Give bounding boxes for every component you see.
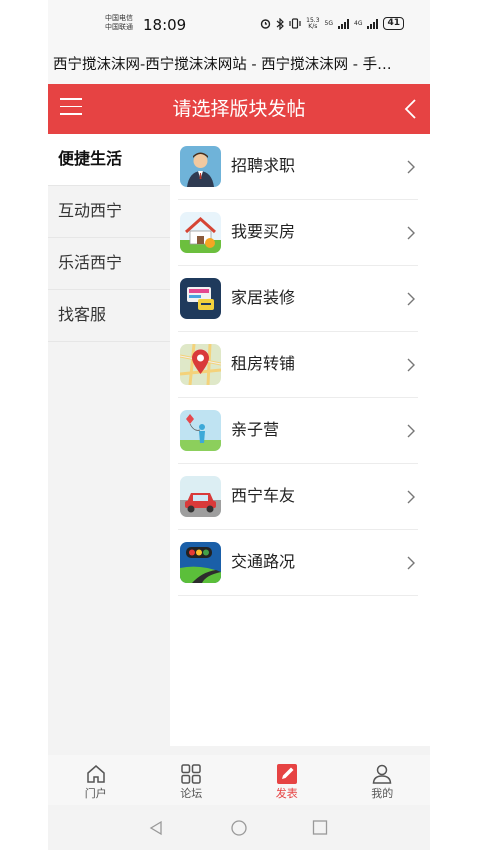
alarm-icon [260, 19, 271, 29]
sidebar-item-happy-xining[interactable]: 乐活西宁 [48, 238, 170, 290]
grid-icon [181, 764, 201, 784]
network-5g-label: 5G [324, 19, 333, 27]
kite-icon [180, 410, 221, 451]
decoration-icon [180, 278, 221, 319]
network-speed: 15.3 K/s [306, 16, 320, 30]
status-bar: 中国电信 中国联通 18:09 15.3 K/s 5G 4G 41 [48, 0, 430, 50]
bluetooth-icon [276, 17, 285, 30]
chevron-right-icon [407, 226, 415, 240]
system-nav-bar [48, 806, 430, 850]
map-pin-icon [180, 344, 221, 385]
header-title: 请选择版块发帖 [172, 98, 306, 120]
tab-publish[interactable]: 发表 [239, 755, 335, 805]
status-time: 18:09 [143, 16, 187, 34]
signal-icon-1 [338, 18, 349, 29]
chevron-right-icon [407, 160, 415, 174]
board-item-rent-shop[interactable]: 租房转铺 [178, 332, 418, 398]
tab-label: 我的 [371, 787, 394, 800]
board-label: 交通路况 [231, 552, 296, 571]
app-header: 请选择版块发帖 [48, 84, 430, 134]
board-label: 招聘求职 [231, 156, 296, 175]
board-item-parent-child[interactable]: 亲子营 [178, 398, 418, 464]
category-sidebar: 便捷生活 互动西宁 乐活西宁 找客服 [48, 134, 170, 746]
board-item-home-decoration[interactable]: 家居装修 [178, 266, 418, 332]
chevron-right-icon [407, 424, 415, 438]
sidebar-item-convenient-life[interactable]: 便捷生活 [48, 134, 170, 186]
recent-apps-icon[interactable] [312, 820, 328, 836]
status-icons: 15.3 K/s 5G 4G 41 [260, 17, 404, 30]
tab-label: 门户 [84, 787, 107, 800]
tab-label: 发表 [275, 787, 298, 800]
back-triangle-icon[interactable] [148, 820, 164, 836]
tab-label: 论坛 [180, 787, 203, 800]
chevron-right-icon [407, 490, 415, 504]
vibrate-icon [289, 18, 301, 29]
tab-portal[interactable]: 门户 [48, 755, 144, 805]
board-label: 亲子营 [231, 420, 280, 439]
board-item-jobs[interactable]: 招聘求职 [178, 134, 418, 200]
home-circle-icon[interactable] [230, 820, 248, 838]
home-icon [87, 765, 105, 783]
carrier-info: 中国电信 中国联通 [105, 14, 133, 32]
board-label: 我要买房 [231, 222, 296, 241]
tab-forum[interactable]: 论坛 [144, 755, 240, 805]
phone-screen: 中国电信 中国联通 18:09 15.3 K/s 5G 4G 41 西宁搅沫沫网… [48, 0, 430, 850]
page-title: 西宁搅沫沫网-西宁搅沫沫网站 - 西宁搅沫沫网 - 手… [48, 50, 430, 84]
tab-mine[interactable]: 我的 [335, 755, 431, 805]
board-item-traffic[interactable]: 交通路况 [178, 530, 418, 596]
board-item-buy-house[interactable]: 我要买房 [178, 200, 418, 266]
user-icon [372, 764, 392, 784]
car-icon [180, 476, 221, 517]
carrier-2: 中国联通 [105, 23, 133, 31]
person-icon [180, 146, 221, 187]
house-icon [180, 212, 221, 253]
bottom-tab-bar: 门户 论坛 发表 我的 [48, 755, 430, 805]
sidebar-item-customer-service[interactable]: 找客服 [48, 290, 170, 342]
battery-indicator: 41 [383, 17, 404, 30]
network-4g-label: 4G [354, 19, 363, 27]
sidebar-item-interactive-xining[interactable]: 互动西宁 [48, 186, 170, 238]
edit-icon [276, 764, 297, 784]
carrier-1: 中国电信 [105, 14, 133, 22]
signal-icon-2 [367, 18, 379, 29]
chevron-right-icon [407, 556, 415, 570]
board-label: 西宁车友 [231, 486, 296, 505]
board-label: 租房转铺 [231, 354, 296, 373]
board-label: 家居装修 [231, 288, 296, 307]
chevron-right-icon [407, 292, 415, 306]
back-icon[interactable] [398, 96, 424, 122]
traffic-light-icon [180, 542, 221, 583]
board-item-car-friends[interactable]: 西宁车友 [178, 464, 418, 530]
board-list: 招聘求职 我要买房 家居装修 租房转铺 亲子营 西宁车友 交通路况 [170, 134, 430, 746]
chevron-right-icon [407, 358, 415, 372]
